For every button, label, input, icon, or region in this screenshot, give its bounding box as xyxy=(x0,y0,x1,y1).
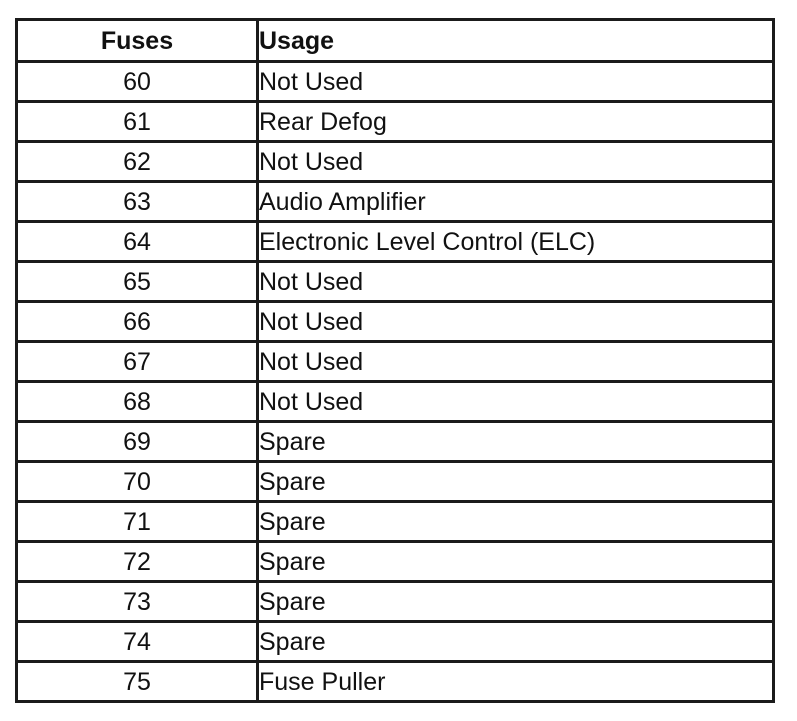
table-row: 70 Spare xyxy=(15,460,775,503)
cell-fuse-number: 70 xyxy=(15,460,259,503)
cell-fuse-usage: Not Used xyxy=(256,60,775,103)
cell-fuse-number: 71 xyxy=(15,500,259,543)
cell-fuse-usage: Spare xyxy=(256,500,775,543)
column-header-fuses: Fuses xyxy=(15,18,259,63)
cell-fuse-number: 75 xyxy=(15,660,259,703)
table-header: Fuses Usage xyxy=(15,18,775,63)
cell-fuse-usage: Spare xyxy=(256,460,775,503)
table-row: 74 Spare xyxy=(15,620,775,663)
table-row: 63 Audio Amplifier xyxy=(15,180,775,223)
cell-fuse-number: 74 xyxy=(15,620,259,663)
table-row: 73 Spare xyxy=(15,580,775,623)
fuse-table-page: Fuses Usage 60 Not Used 61 Rear Defog 62 Not … xyxy=(0,0,797,721)
cell-fuse-number: 67 xyxy=(15,340,259,383)
table-row: 67 Not Used xyxy=(15,340,775,383)
cell-fuse-number: 66 xyxy=(15,300,259,343)
fuse-usage-table: Fuses Usage 60 Not Used 61 Rear Defog 62 Not … xyxy=(15,18,775,703)
cell-fuse-number: 63 xyxy=(15,180,259,223)
cell-fuse-number: 62 xyxy=(15,140,259,183)
cell-fuse-number: 60 xyxy=(15,60,259,103)
table-row: 75 Fuse Puller xyxy=(15,660,775,703)
cell-fuse-usage: Spare xyxy=(256,620,775,663)
table-row: 71 Spare xyxy=(15,500,775,543)
cell-fuse-usage: Spare xyxy=(256,420,775,463)
cell-fuse-number: 61 xyxy=(15,100,259,143)
table-row: 69 Spare xyxy=(15,420,775,463)
cell-fuse-number: 64 xyxy=(15,220,259,263)
table-body: 60 Not Used 61 Rear Defog 62 Not Used 63 Audio … xyxy=(15,60,775,703)
cell-fuse-usage: Rear Defog xyxy=(256,100,775,143)
cell-fuse-usage: Fuse Puller xyxy=(256,660,775,703)
table-row: 62 Not Used xyxy=(15,140,775,183)
cell-fuse-number: 69 xyxy=(15,420,259,463)
table-row: 64 Electronic Level Control (ELC) xyxy=(15,220,775,263)
table-row: 66 Not Used xyxy=(15,300,775,343)
cell-fuse-usage: Not Used xyxy=(256,140,775,183)
cell-fuse-usage: Not Used xyxy=(256,380,775,423)
cell-fuse-number: 72 xyxy=(15,540,259,583)
table-row: 72 Spare xyxy=(15,540,775,583)
cell-fuse-usage: Not Used xyxy=(256,340,775,383)
fuse-table-container: Fuses Usage 60 Not Used 61 Rear Defog 62 Not … xyxy=(15,18,775,703)
cell-fuse-number: 73 xyxy=(15,580,259,623)
cell-fuse-usage: Electronic Level Control (ELC) xyxy=(256,220,775,263)
table-row: 60 Not Used xyxy=(15,60,775,103)
cell-fuse-usage: Audio Amplifier xyxy=(256,180,775,223)
cell-fuse-usage: Not Used xyxy=(256,260,775,303)
table-header-row: Fuses Usage xyxy=(15,18,775,63)
cell-fuse-number: 68 xyxy=(15,380,259,423)
cell-fuse-usage: Not Used xyxy=(256,300,775,343)
cell-fuse-usage: Spare xyxy=(256,540,775,583)
cell-fuse-number: 65 xyxy=(15,260,259,303)
cell-fuse-usage: Spare xyxy=(256,580,775,623)
table-row: 61 Rear Defog xyxy=(15,100,775,143)
table-row: 68 Not Used xyxy=(15,380,775,423)
table-row: 65 Not Used xyxy=(15,260,775,303)
column-header-usage: Usage xyxy=(256,18,775,63)
